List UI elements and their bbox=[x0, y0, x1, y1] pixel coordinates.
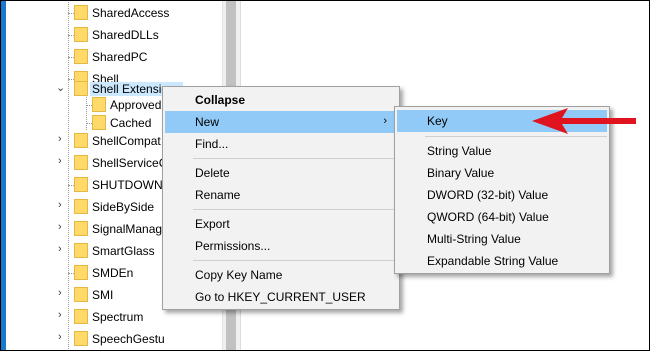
annotation-arrow-icon bbox=[532, 108, 636, 134]
folder-icon bbox=[74, 243, 88, 258]
menu-separator bbox=[193, 158, 397, 159]
folder-icon bbox=[74, 331, 88, 346]
submenu-item-expandable-string-value[interactable]: Expandable String Value bbox=[397, 250, 607, 272]
submenu-item-binary-value[interactable]: Binary Value bbox=[397, 162, 607, 184]
folder-icon bbox=[74, 155, 88, 170]
folder-icon bbox=[92, 97, 106, 112]
chevron-right-icon[interactable]: › bbox=[58, 155, 62, 167]
tree-item-speechgestu[interactable]: › SpeechGestu bbox=[6, 328, 222, 350]
context-menu: Collapse New › Find... Delete Rename Exp… bbox=[162, 86, 400, 310]
submenu-item-string-value[interactable]: String Value bbox=[397, 140, 607, 162]
folder-icon bbox=[74, 309, 88, 324]
chevron-right-icon: › bbox=[383, 115, 387, 127]
chevron-right-icon[interactable]: › bbox=[58, 243, 62, 255]
tree-item-sharedpc[interactable]: SharedPC bbox=[6, 46, 222, 68]
chevron-right-icon[interactable]: › bbox=[58, 287, 62, 299]
folder-icon bbox=[74, 133, 88, 148]
folder-icon bbox=[74, 265, 88, 280]
folder-icon bbox=[74, 199, 88, 214]
folder-icon bbox=[74, 27, 88, 42]
chevron-down-icon[interactable]: ⌄ bbox=[56, 81, 65, 94]
chevron-right-icon[interactable]: › bbox=[58, 199, 62, 211]
chevron-right-icon[interactable]: › bbox=[58, 221, 62, 233]
menu-separator bbox=[193, 209, 397, 210]
folder-icon bbox=[74, 287, 88, 302]
menu-separator bbox=[193, 260, 397, 261]
menu-separator bbox=[425, 136, 607, 137]
chevron-right-icon[interactable]: › bbox=[58, 309, 62, 321]
menu-item-delete[interactable]: Delete bbox=[165, 162, 397, 184]
menu-item-copy-key-name[interactable]: Copy Key Name bbox=[165, 264, 397, 286]
menu-item-rename[interactable]: Rename bbox=[165, 184, 397, 206]
tree-item-shareddlls[interactable]: SharedDLLs bbox=[6, 24, 222, 46]
menu-item-new[interactable]: New › bbox=[165, 111, 397, 133]
window-edge bbox=[0, 0, 6, 351]
tree-item-sharedaccess[interactable]: SharedAccess bbox=[6, 2, 222, 24]
annotation-arrow-shape bbox=[532, 108, 636, 134]
submenu-item-dword-value[interactable]: DWORD (32-bit) Value bbox=[397, 184, 607, 206]
folder-icon bbox=[74, 49, 88, 64]
chevron-right-icon[interactable]: › bbox=[58, 331, 62, 343]
menu-item-permissions[interactable]: Permissions... bbox=[165, 235, 397, 257]
submenu-item-qword-value[interactable]: QWORD (64-bit) Value bbox=[397, 206, 607, 228]
submenu-item-multi-string-value[interactable]: Multi-String Value bbox=[397, 228, 607, 250]
menu-item-find[interactable]: Find... bbox=[165, 133, 397, 155]
chevron-right-icon[interactable]: › bbox=[58, 133, 62, 145]
menu-item-export[interactable]: Export bbox=[165, 213, 397, 235]
folder-icon bbox=[74, 5, 88, 20]
folder-icon bbox=[92, 115, 106, 130]
folder-icon bbox=[74, 221, 88, 236]
menu-item-goto-hkcu[interactable]: Go to HKEY_CURRENT_USER bbox=[165, 286, 397, 308]
folder-icon bbox=[74, 177, 88, 192]
menu-item-collapse[interactable]: Collapse bbox=[165, 89, 397, 111]
